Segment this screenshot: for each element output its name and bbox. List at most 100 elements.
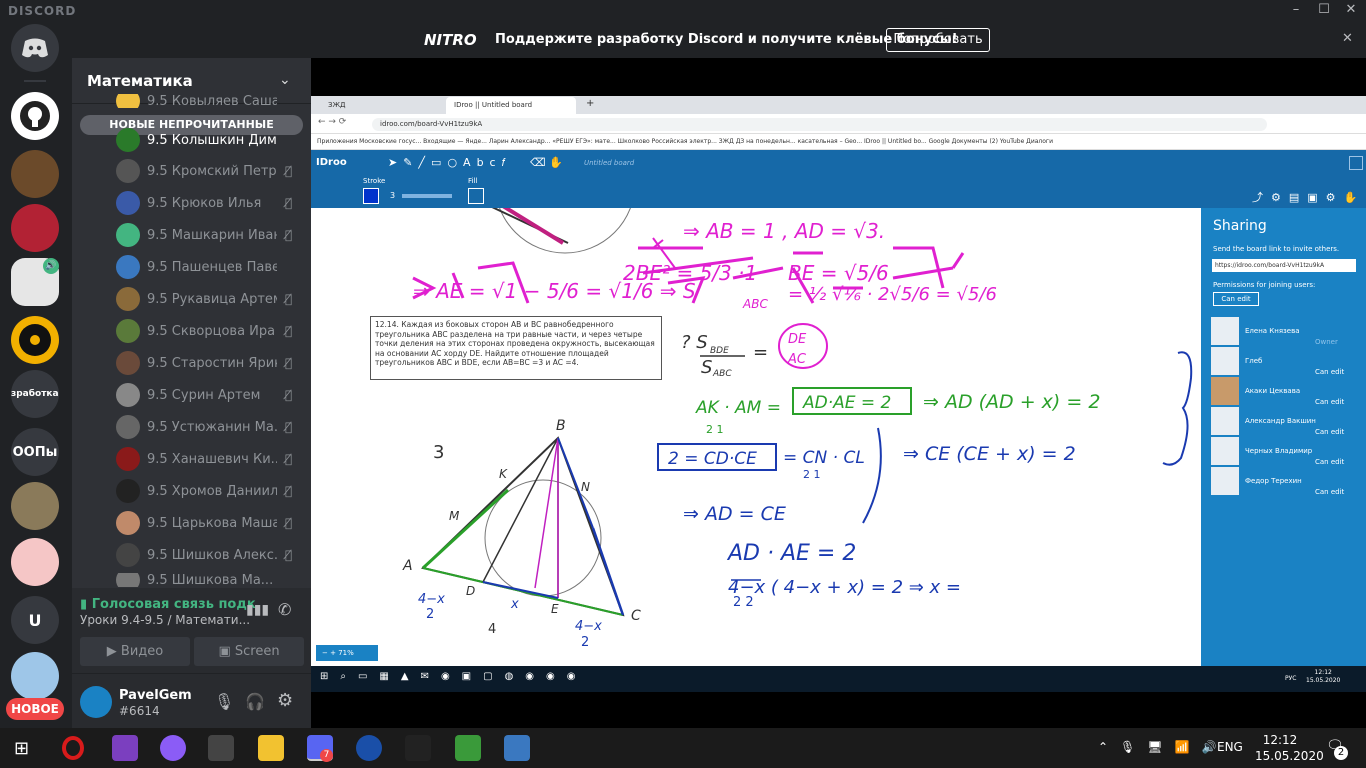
shared-clock: 12:12 15.05.2020 <box>1306 669 1341 684</box>
problem-text-box[interactable]: 12.14. Каждая из боковых сторон AB и BC … <box>370 316 662 380</box>
board-link-input[interactable]: https://idroo.com/board-VvH1tzu9kA <box>1212 259 1356 272</box>
idroo-logo[interactable]: IDroo <box>316 157 347 168</box>
voice-member[interactable]: 9.5 Хромов Даниил 🎙̸ <box>116 477 306 505</box>
voice-member[interactable]: 9.5 Устюжанин Ма... 🎙̸ <box>116 413 306 441</box>
participant[interactable]: Глеб Can edit <box>1211 347 1361 376</box>
calculator-icon[interactable] <box>504 735 530 761</box>
app-icon[interactable] <box>405 735 431 761</box>
chevron-down-icon[interactable]: ⌄ <box>279 72 291 88</box>
stroke-color-swatch[interactable] <box>363 188 379 204</box>
voice-member[interactable]: 9.5 Шишкова Ма... <box>116 573 306 587</box>
minimize-icon[interactable]: – <box>1286 2 1306 20</box>
board-actions-icon[interactable]: ⤴⚙▤▣⚙✋ <box>1252 189 1365 205</box>
server-u[interactable]: U <box>11 596 59 644</box>
home-discord-icon[interactable] <box>11 24 59 72</box>
mic-muted-icon: 🎙̸ <box>285 228 293 242</box>
voice-member[interactable]: 9.5 Колышкин Дима <box>116 126 306 154</box>
voice-member[interactable]: 9.5 Скворцова Ира 🎙̸ <box>116 317 306 345</box>
server-razrabotka[interactable]: разработкаРи <box>11 370 59 418</box>
app-icon[interactable] <box>356 735 382 761</box>
svg-text:ABC: ABC <box>742 297 768 311</box>
coin-server-icon[interactable] <box>11 482 59 530</box>
hall-server-icon[interactable] <box>11 150 59 198</box>
voice-member[interactable]: 9.5 Кромский Петр 🎙̸ <box>116 157 306 185</box>
maximize-icon[interactable]: ☐ <box>1314 2 1334 20</box>
mic-muted-icon: 🎙̸ <box>285 548 293 562</box>
fill-swatch[interactable] <box>468 188 484 204</box>
biohazard-server-icon[interactable] <box>11 316 59 364</box>
fullscreen-icon[interactable] <box>1349 156 1363 170</box>
flag-server-icon[interactable] <box>11 204 59 252</box>
voice-member[interactable]: 9.5 Сурин Артем 🎙̸ <box>116 381 306 409</box>
voice-member[interactable]: 9.5 Ковыляев Саша <box>116 94 306 108</box>
voice-member[interactable]: 9.5 Крюков Илья 🎙̸ <box>116 189 306 217</box>
file-explorer-icon[interactable] <box>258 735 284 761</box>
app-icon[interactable] <box>455 735 481 761</box>
new-tab-icon[interactable]: + <box>586 98 594 109</box>
participant[interactable]: Федор Терехин Can edit <box>1211 467 1361 496</box>
video-button[interactable]: ▶ Видео <box>80 637 190 666</box>
opera-icon[interactable] <box>62 736 84 760</box>
system-tray-icons[interactable]: ⌃🎙🖥📶🔊 <box>1098 740 1228 754</box>
whiteboard-canvas[interactable]: ⇒ AB = 1 , AD = √3. 2BE² = 5/3 ·1 BE = √… <box>313 208 1201 666</box>
github-server-icon[interactable] <box>11 92 59 140</box>
nav-arrows-icon[interactable]: ← → ⟳ <box>318 117 346 127</box>
anime-server-icon[interactable] <box>11 538 59 586</box>
mic-muted-icon: 🎙̸ <box>285 420 293 434</box>
svg-text:4−x ( 4−x + x) = 2 ⇒ x =: 4−x ( 4−x + x) = 2 ⇒ x = <box>728 577 961 598</box>
voice-member[interactable]: 9.5 Ханашевич Ки... 🎙̸ <box>116 445 306 473</box>
server-oopy[interactable]: ООПы <box>11 428 59 476</box>
noise-icon[interactable]: ▮▮▮ <box>246 602 269 618</box>
close-banner-icon[interactable]: ✕ <box>1342 31 1353 46</box>
visual-studio-icon[interactable] <box>112 735 138 761</box>
participant[interactable]: Черных Владимир Can edit <box>1211 437 1361 466</box>
settings-gear-icon[interactable]: ⚙ <box>277 690 293 711</box>
headphones-icon[interactable]: 🎧 <box>245 692 265 711</box>
eraser-hand-icon[interactable]: ⌫ ✋ <box>530 156 563 169</box>
bookmarks-bar[interactable]: Приложения Московские госус... Входящие … <box>311 134 1366 150</box>
new-badge[interactable]: НОВОЕ <box>6 698 64 720</box>
screen-share-button[interactable]: ▣ Screen <box>194 637 304 666</box>
voice-member[interactable]: 9.5 Шишков Алекс... 🎙̸ <box>116 541 306 569</box>
avatar[interactable] <box>80 686 112 718</box>
drawing-tools-icon[interactable]: ➤✎╱▭○Abc𝑓 <box>388 156 511 170</box>
cat-app-icon[interactable] <box>160 735 186 761</box>
unity-icon[interactable] <box>208 735 234 761</box>
voice-member[interactable]: 9.5 Пашенцев Павел <box>116 253 306 281</box>
svg-text:A: A <box>402 558 413 574</box>
voice-member[interactable]: 9.5 Царькова Маша 🎙̸ <box>116 509 306 537</box>
input-language[interactable]: ENG <box>1217 740 1243 754</box>
mic-muted-icon: 🎙̸ <box>285 388 293 402</box>
voice-member[interactable]: 9.5 Рукавица Артем 🎙̸ <box>116 285 306 313</box>
notification-badge: 2 <box>1334 746 1348 760</box>
voice-member[interactable]: 9.5 Машкарин Иван 🎙̸ <box>116 221 306 249</box>
try-nitro-button[interactable]: Попробовать <box>886 28 990 52</box>
avatar <box>1211 347 1239 375</box>
board-name[interactable]: Untitled board <box>584 159 634 167</box>
svg-text:⇒ CE (CE + x) = 2: ⇒ CE (CE + x) = 2 <box>903 443 1076 465</box>
participant[interactable]: Акаки Цеквава Can edit <box>1211 377 1361 406</box>
pigeon-server-icon[interactable] <box>11 652 59 700</box>
username: PavelGem <box>119 688 192 703</box>
windows-start-icon[interactable]: ⊞ <box>14 738 29 759</box>
avatar <box>116 319 140 343</box>
url-field[interactable]: idroo.com/board-VvH1tzu9kA <box>372 118 1267 131</box>
microphone-icon[interactable]: 🎙 <box>214 692 234 711</box>
close-icon[interactable]: ✕ <box>1341 2 1361 20</box>
sharing-title: Sharing <box>1213 218 1267 234</box>
svg-text:⇒ AD (AD + x) = 2: ⇒ AD (AD + x) = 2 <box>923 391 1100 413</box>
tab-zhd[interactable]: ЗЖД <box>320 97 444 114</box>
participant[interactable]: Елена Князева Owner <box>1211 317 1361 346</box>
voice-member[interactable]: 9.5 Старостин Ярик 🎙̸ <box>116 349 306 377</box>
svg-text:AD·AE = 2: AD·AE = 2 <box>802 393 891 413</box>
avatar <box>116 511 140 535</box>
disconnect-icon[interactable]: ✆ <box>278 600 291 619</box>
zoom-control[interactable]: − + 71% <box>316 645 378 661</box>
participant[interactable]: Александр Вакшин Can edit <box>1211 407 1361 436</box>
taskbar-clock[interactable]: 12:12 15.05.2020 <box>1255 732 1324 764</box>
permissions-select[interactable]: Can edit <box>1213 292 1259 306</box>
svg-text:4: 4 <box>488 622 496 637</box>
stroke-slider[interactable] <box>402 194 452 198</box>
tab-idroo[interactable]: IDroo || Untitled board <box>446 97 576 114</box>
voice-channel-link[interactable]: Уроки 9.4-9.5 / Математи... <box>80 613 250 627</box>
